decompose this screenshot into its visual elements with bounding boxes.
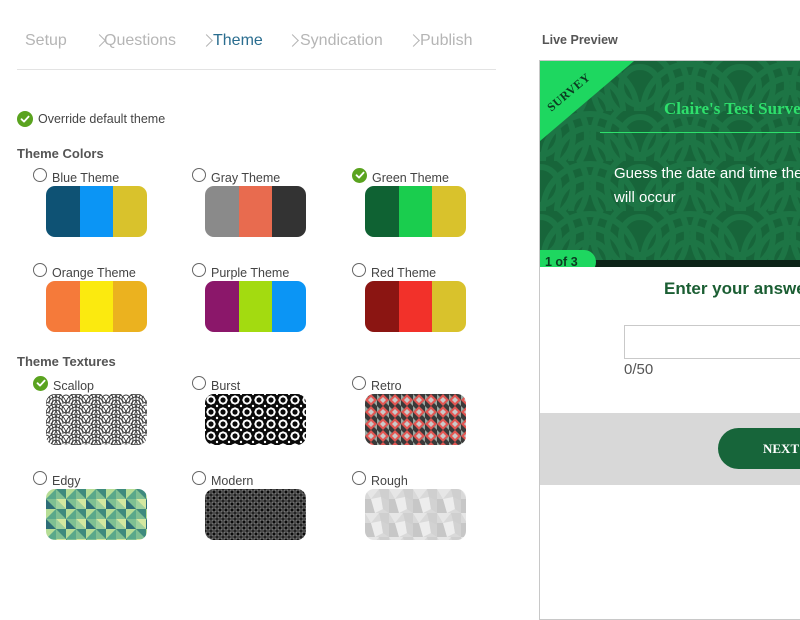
texture-option-label: Scallop (53, 379, 94, 393)
checkmark-icon[interactable] (352, 167, 367, 183)
live-preview-panel: SURVEY Claire's Test Survey Guess the da… (539, 60, 800, 620)
texture-option-label: Retro (371, 379, 402, 393)
theme-option-label: Blue Theme (52, 171, 120, 185)
modern-texture-swatch[interactable] (205, 489, 306, 540)
next-button[interactable]: NEXT (718, 428, 800, 469)
wizard-steps: Setup Questions Theme Syndication Publis… (17, 0, 496, 70)
theme-option-label: Red Theme (371, 266, 437, 280)
theme-option-green[interactable]: Green Theme (352, 167, 492, 248)
retro-texture-swatch[interactable] (365, 394, 466, 445)
question-text: Guess the date and time the event will o… (614, 165, 800, 206)
radio-button[interactable] (352, 376, 366, 390)
live-preview-title: Live Preview (542, 33, 618, 47)
step-theme[interactable]: Theme (213, 32, 263, 50)
character-count: 0/50 (624, 361, 654, 378)
radio-button[interactable] (352, 263, 366, 277)
theme-option-label: Purple Theme (211, 266, 290, 280)
radio-button[interactable] (33, 168, 47, 182)
theme-option-label: Orange Theme (52, 266, 136, 280)
step-setup[interactable]: Setup (25, 32, 67, 50)
survey-title: Claire's Test Survey (664, 99, 800, 118)
override-label: Override default theme (38, 112, 166, 126)
texture-option-edgy[interactable]: Edgy (33, 471, 173, 551)
checkmark-icon (17, 111, 33, 127)
color-swatch[interactable] (365, 186, 466, 237)
radio-button[interactable] (352, 471, 366, 485)
radio-button[interactable] (33, 471, 47, 485)
theme-textures-title: Theme Textures (17, 354, 116, 369)
radio-button[interactable] (192, 263, 206, 277)
texture-option-label: Rough (371, 474, 408, 488)
theme-option-red[interactable]: Red Theme (352, 263, 492, 343)
theme-option-label: Green Theme (372, 171, 449, 185)
texture-option-retro[interactable]: Retro (352, 376, 492, 456)
answer-prompt: Enter your answer (664, 279, 800, 298)
answer-input[interactable] (624, 325, 800, 359)
chevron-right-icon (200, 34, 213, 47)
chevron-right-icon (407, 34, 420, 47)
progress-badge: 1 of 3 (540, 250, 596, 267)
chevron-right-icon (286, 34, 299, 47)
step-questions[interactable]: Questions (104, 32, 176, 50)
scallop-texture-swatch[interactable] (46, 394, 147, 445)
texture-option-scallop[interactable]: Scallop (33, 375, 173, 456)
color-swatch[interactable] (46, 186, 147, 237)
texture-option-rough[interactable]: Rough (352, 471, 492, 551)
theme-option-purple[interactable]: Purple Theme (192, 263, 332, 343)
theme-option-gray[interactable]: Gray Theme (192, 168, 332, 248)
texture-option-label: Edgy (52, 474, 81, 488)
theme-option-blue[interactable]: Blue Theme (33, 168, 173, 248)
color-swatch[interactable] (365, 281, 466, 332)
title-divider (600, 132, 800, 133)
texture-option-burst[interactable]: Burst (192, 376, 332, 456)
radio-button[interactable] (192, 471, 206, 485)
step-publish[interactable]: Publish (420, 32, 472, 50)
theme-settings-panel: Setup Questions Theme Syndication Publis… (0, 0, 510, 600)
rough-texture-swatch[interactable] (365, 489, 466, 540)
texture-option-label: Modern (211, 474, 254, 488)
color-swatch[interactable] (205, 281, 306, 332)
radio-button[interactable] (192, 376, 206, 390)
theme-option-orange[interactable]: Orange Theme (33, 263, 173, 343)
radio-button[interactable] (192, 168, 206, 182)
radio-button[interactable] (33, 263, 47, 277)
color-swatch[interactable] (205, 186, 306, 237)
step-syndication[interactable]: Syndication (300, 32, 383, 50)
theme-option-label: Gray Theme (211, 171, 281, 185)
texture-option-modern[interactable]: Modern (192, 471, 332, 551)
override-default-theme-checkbox[interactable]: Override default theme (17, 110, 165, 128)
edgy-texture-swatch[interactable] (46, 489, 147, 540)
preview-footer: NEXT (540, 413, 800, 485)
texture-option-label: Burst (211, 379, 241, 393)
checkmark-icon[interactable] (33, 375, 48, 391)
burst-texture-swatch[interactable] (205, 394, 306, 445)
color-swatch[interactable] (46, 281, 147, 332)
survey-banner: SURVEY Claire's Test Survey Guess the da… (540, 61, 800, 267)
theme-colors-title: Theme Colors (17, 146, 104, 161)
